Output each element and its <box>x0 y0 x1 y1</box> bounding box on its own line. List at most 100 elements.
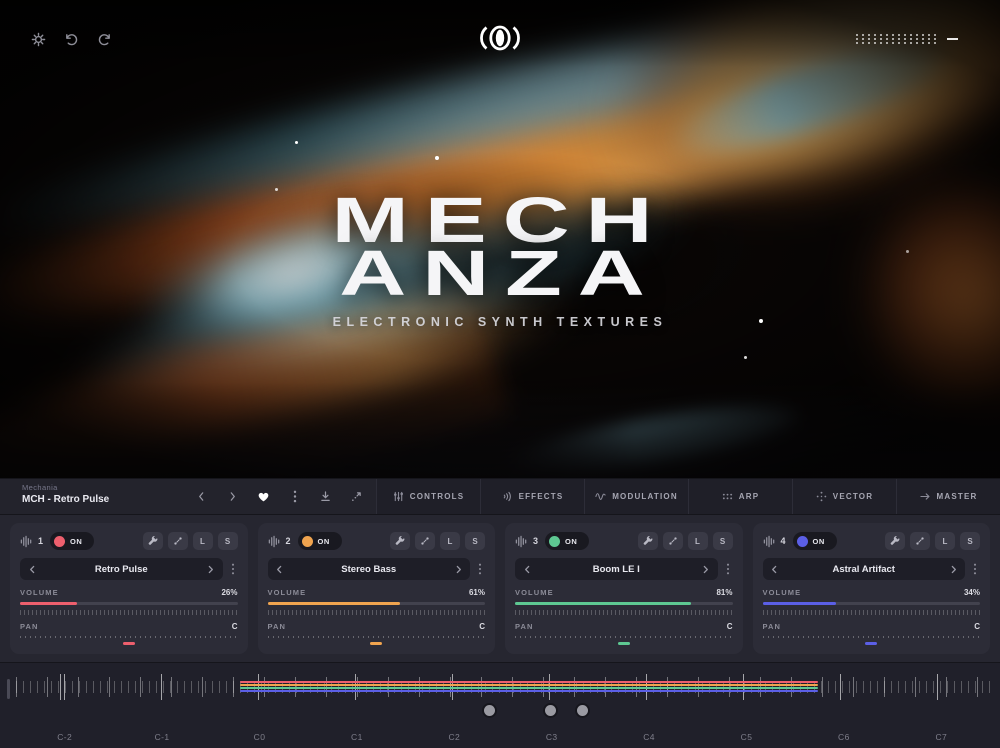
octave-label: C4 <box>600 732 697 742</box>
volume-slider[interactable] <box>268 602 486 605</box>
plugin-window: MECH ANZA ELECTRONIC SYNTH TEXTURES Mech… <box>0 0 1000 748</box>
star-dot <box>435 156 439 160</box>
channel-edit-button[interactable] <box>390 532 410 550</box>
preset-next-button[interactable] <box>946 562 960 576</box>
channel-latch-button[interactable]: L <box>688 532 708 550</box>
random-preset-button[interactable] <box>341 479 372 515</box>
favorite-button[interactable] <box>248 479 279 515</box>
volume-slider[interactable] <box>20 602 238 605</box>
preset-display[interactable]: Mechania MCH - Retro Pulse <box>0 479 186 514</box>
volume-value: 81% <box>716 588 732 597</box>
channel-route-button[interactable] <box>168 532 188 550</box>
pan-marker <box>370 642 382 645</box>
toggle-on-label: ON <box>813 537 825 546</box>
preset-prev-button[interactable] <box>273 562 287 576</box>
toggle-knob <box>54 536 65 547</box>
channel-route-button[interactable] <box>415 532 435 550</box>
preset-menu-button[interactable] <box>475 563 485 575</box>
octave-label: C5 <box>698 732 795 742</box>
channel-on-toggle[interactable]: ON <box>298 532 342 550</box>
wrench-icon <box>890 536 900 546</box>
tab-label: CONTROLS <box>410 492 465 501</box>
tab-effects[interactable]: EFFECTS <box>480 479 584 514</box>
pan-slider[interactable] <box>515 636 733 638</box>
save-preset-button[interactable] <box>310 479 341 515</box>
pan-slider[interactable] <box>20 636 238 638</box>
preset-next-button[interactable] <box>204 562 218 576</box>
tab-master[interactable]: MASTER <box>896 479 1000 514</box>
pan-slider[interactable] <box>268 636 486 638</box>
preset-prev-button[interactable] <box>520 562 534 576</box>
tab-arp[interactable]: ARP <box>688 479 792 514</box>
tab-controls[interactable]: CONTROLS <box>376 479 480 514</box>
kebab-menu-icon <box>293 490 297 503</box>
preset-name[interactable]: Boom LE I <box>534 564 699 575</box>
vector-pad-icon <box>816 491 827 502</box>
tab-label: VECTOR <box>833 492 873 501</box>
channel-solo-button[interactable]: S <box>713 532 733 550</box>
sliders-icon <box>393 491 404 502</box>
next-preset-button[interactable] <box>217 479 248 515</box>
volume-fill <box>20 602 77 605</box>
redo-button[interactable] <box>92 27 116 51</box>
pan-slider[interactable] <box>763 636 981 638</box>
preset-menu-button[interactable] <box>228 563 238 575</box>
undo-button[interactable] <box>59 27 83 51</box>
channel-latch-button[interactable]: L <box>193 532 213 550</box>
volume-label: VOLUME <box>763 588 802 597</box>
channel-key-ranges <box>240 681 818 692</box>
tab-label: MASTER <box>937 492 978 501</box>
waveform-icon <box>515 535 528 548</box>
toolbar-menu-button[interactable] <box>279 479 310 515</box>
toggle-on-label: ON <box>565 537 577 546</box>
wave-icon <box>595 491 606 502</box>
volume-slider[interactable] <box>763 602 981 605</box>
channel-latch-button[interactable]: L <box>440 532 460 550</box>
route-icon <box>915 536 925 546</box>
key-range-channel-1[interactable] <box>240 681 818 683</box>
kebab-menu-icon <box>973 563 977 575</box>
channel-solo-button[interactable]: S <box>960 532 980 550</box>
toggle-on-label: ON <box>318 537 330 546</box>
channel-on-toggle[interactable]: ON <box>793 532 837 550</box>
channel-route-button[interactable] <box>663 532 683 550</box>
channel-latch-button[interactable]: L <box>935 532 955 550</box>
tab-vector[interactable]: VECTOR <box>792 479 896 514</box>
range-handle[interactable] <box>577 705 588 716</box>
range-handle[interactable] <box>484 705 495 716</box>
preset-name[interactable]: Retro Pulse <box>39 564 204 575</box>
preset-transport <box>186 479 376 514</box>
preset-prev-button[interactable] <box>25 562 39 576</box>
prev-preset-button[interactable] <box>186 479 217 515</box>
preset-name[interactable]: Astral Artifact <box>782 564 947 575</box>
key-range-channel-3[interactable] <box>240 687 818 689</box>
keyboard-ruler[interactable] <box>16 671 990 703</box>
octave-label: C0 <box>211 732 308 742</box>
preset-selector: Retro Pulse <box>20 558 223 580</box>
channel-on-toggle[interactable]: ON <box>545 532 589 550</box>
kebab-menu-icon <box>231 563 235 575</box>
channel-route-button[interactable] <box>910 532 930 550</box>
channel-on-toggle[interactable]: ON <box>50 532 94 550</box>
preset-menu-button[interactable] <box>970 563 980 575</box>
channel-edit-button[interactable] <box>638 532 658 550</box>
keyboard-scroll-handle[interactable] <box>7 679 10 699</box>
range-handle[interactable] <box>545 705 556 716</box>
key-range-channel-4[interactable] <box>240 690 818 692</box>
preset-next-button[interactable] <box>451 562 465 576</box>
preset-menu-button[interactable] <box>723 563 733 575</box>
channel-edit-button[interactable] <box>143 532 163 550</box>
pan-label: PAN <box>268 622 287 631</box>
preset-prev-button[interactable] <box>768 562 782 576</box>
preset-name[interactable]: Stereo Bass <box>287 564 452 575</box>
preset-next-button[interactable] <box>699 562 713 576</box>
tab-modulation[interactable]: MODULATION <box>584 479 688 514</box>
key-range-channel-2[interactable] <box>240 684 818 686</box>
settings-button[interactable] <box>26 27 50 51</box>
dot-matrix-display <box>854 33 958 45</box>
tab-label: EFFECTS <box>519 492 564 501</box>
channel-edit-button[interactable] <box>885 532 905 550</box>
channel-solo-button[interactable]: S <box>218 532 238 550</box>
channel-solo-button[interactable]: S <box>465 532 485 550</box>
volume-slider[interactable] <box>515 602 733 605</box>
